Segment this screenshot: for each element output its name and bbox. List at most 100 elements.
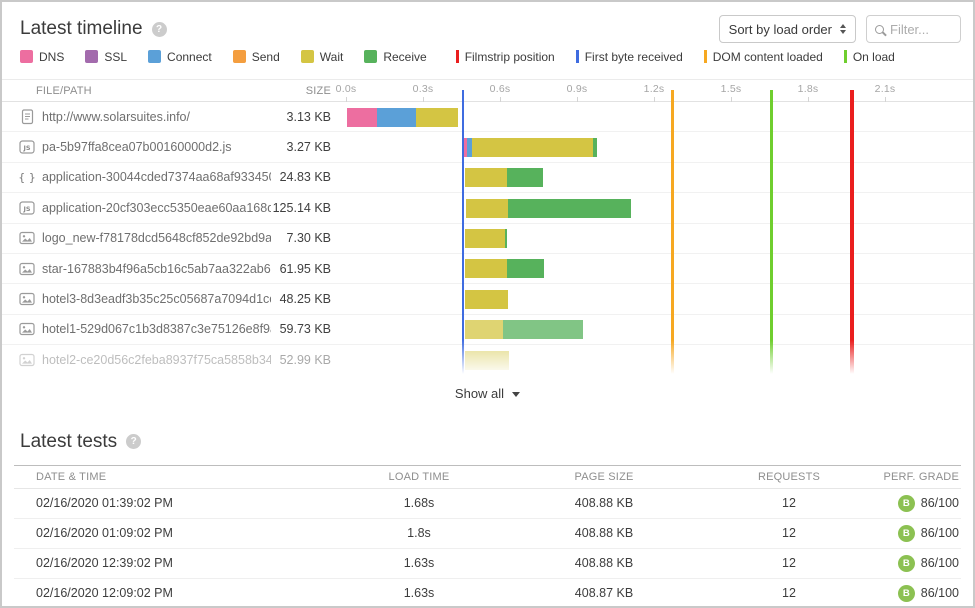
- sort-dropdown[interactable]: Sort by load order: [719, 15, 856, 43]
- legend-item: SSL: [85, 50, 127, 64]
- timeline-row[interactable]: { } application-30044cded7374aa68af93345…: [2, 163, 973, 193]
- file-name: hotel1-529d067c1b3d8387c3e75126e8f9a73e3…: [42, 322, 271, 336]
- file-name: pa-5b97ffa8cea07b00160000d2.js: [42, 140, 232, 154]
- filter-input[interactable]: [890, 22, 952, 37]
- legend-swatch: [148, 50, 161, 63]
- waterfall-bar: [340, 193, 973, 222]
- timeline-row[interactable]: hotel3-8d3eadf3b35c25c05687a7094d1ccd0c8…: [2, 284, 973, 314]
- help-icon[interactable]: ?: [152, 22, 167, 37]
- file-path-cell: star-167883b4f96a5cb16c5ab7aa322ab69af0f…: [2, 261, 271, 277]
- timeline-row[interactable]: JS application-20cf303ecc5350eae60aa168d…: [2, 193, 973, 223]
- test-row[interactable]: 02/16/2020 01:09:02 PM 1.8s 408.88 KB 12…: [14, 519, 961, 549]
- axis-tick-label: 1.5s: [709, 83, 753, 95]
- axis-tick-label: 0.0s: [324, 83, 368, 95]
- test-page-size: 408.88 KB: [504, 496, 704, 510]
- tests-table-header: DATE & TIMELOAD TIMEPAGE SIZEREQUESTSPER…: [14, 465, 961, 489]
- help-icon[interactable]: ?: [126, 434, 141, 449]
- grade-score: 86/100: [921, 556, 959, 570]
- segment-receive: [593, 138, 597, 157]
- file-path-cell: logo_new-f78178dcd5648cf852de92bd9ab7c68…: [2, 230, 271, 246]
- legend-swatch: [233, 50, 246, 63]
- show-all-button[interactable]: Show all: [2, 381, 973, 407]
- grade-score: 86/100: [921, 526, 959, 540]
- test-perf-grade: B 86/100: [874, 555, 961, 572]
- image-icon: [19, 261, 35, 277]
- waterfall-bar: [340, 284, 973, 313]
- js-icon: JS: [19, 139, 35, 155]
- tests-table: DATE & TIMELOAD TIMEPAGE SIZEREQUESTSPER…: [14, 465, 961, 608]
- filter-box[interactable]: [866, 15, 961, 43]
- legend-marker-item: On load: [844, 50, 895, 64]
- sort-arrows-icon: [840, 24, 846, 34]
- test-requests: 12: [704, 496, 874, 510]
- timeline-row[interactable]: star-167883b4f96a5cb16c5ab7aa322ab69af0f…: [2, 254, 973, 284]
- file-name: hotel3-8d3eadf3b35c25c05687a7094d1ccd0c8…: [42, 292, 271, 306]
- waterfall-bar: [340, 132, 973, 161]
- timeline-row[interactable]: logo_new-f78178dcd5648cf852de92bd9ab7c68…: [2, 224, 973, 254]
- segment-receive: [503, 320, 583, 339]
- axis-tick-label: 0.6s: [478, 83, 522, 95]
- test-row[interactable]: 02/16/2020 12:09:02 PM 1.63s 408.87 KB 1…: [14, 579, 961, 608]
- chevron-down-icon: [512, 392, 520, 397]
- test-perf-grade: B 86/100: [874, 495, 961, 512]
- segment-dns: [347, 108, 377, 127]
- file-path-cell: hotel3-8d3eadf3b35c25c05687a7094d1ccd0c8…: [2, 291, 271, 307]
- timeline-rows: http://www.solarsuites.info/ 3.13 KB JS …: [2, 102, 973, 376]
- test-datetime: 02/16/2020 12:09:02 PM: [14, 586, 334, 600]
- timeline-row[interactable]: http://www.solarsuites.info/ 3.13 KB: [2, 102, 973, 132]
- waterfall-bar: [340, 163, 973, 192]
- timeline-row[interactable]: JS pa-5b97ffa8cea07b00160000d2.js 3.27 K…: [2, 132, 973, 162]
- file-name: logo_new-f78178dcd5648cf852de92bd9ab7c68…: [42, 231, 271, 245]
- segment-receive: [507, 259, 544, 278]
- timeline-header: Latest timeline ? Sort by load order: [2, 2, 973, 42]
- file-name: star-167883b4f96a5cb16c5ab7aa322ab69af0f…: [42, 262, 271, 276]
- sort-dropdown-value: Sort by load order: [729, 22, 832, 37]
- tests-column-header: PAGE SIZE: [504, 471, 704, 483]
- test-row[interactable]: 02/16/2020 12:39:02 PM 1.63s 408.88 KB 1…: [14, 549, 961, 579]
- grade-score: 86/100: [921, 586, 959, 600]
- legend-marker-swatch: [844, 50, 847, 63]
- waterfall-bar: [340, 345, 973, 375]
- legend-item: Connect: [148, 50, 212, 64]
- test-requests: 12: [704, 556, 874, 570]
- timeline-axis: 0.0s0.3s0.6s0.9s1.2s1.5s1.8s2.1s: [340, 80, 973, 101]
- test-datetime: 02/16/2020 12:39:02 PM: [14, 556, 334, 570]
- segment-receive: [508, 199, 631, 218]
- timeline-row[interactable]: hotel2-ce20d56c2feba8937f75ca5858b3410c7…: [2, 345, 973, 375]
- test-row[interactable]: 02/16/2020 01:39:02 PM 1.68s 408.88 KB 1…: [14, 489, 961, 519]
- legend-label: Wait: [320, 50, 344, 64]
- waterfall-bar: [340, 102, 973, 131]
- legend-swatch: [301, 50, 314, 63]
- image-icon: [19, 230, 35, 246]
- legend-label: On load: [853, 50, 895, 64]
- test-requests: 12: [704, 526, 874, 540]
- tests-column-header: DATE & TIME: [14, 471, 334, 483]
- svg-text:JS: JS: [22, 205, 30, 213]
- legend-marker-item: First byte received: [576, 50, 683, 64]
- file-name: application-30044cded7374aa68af9334504e6…: [42, 170, 271, 184]
- grade-badge: B: [898, 525, 915, 542]
- show-all-label: Show all: [455, 386, 504, 401]
- axis-tick-label: 1.8s: [786, 83, 830, 95]
- axis-tick-label: 0.3s: [401, 83, 445, 95]
- file-path-cell: hotel1-529d067c1b3d8387c3e75126e8f9a73e3…: [2, 321, 271, 337]
- segment-wait: [465, 351, 509, 370]
- file-name: hotel2-ce20d56c2feba8937f75ca5858b3410c7…: [42, 353, 271, 367]
- legend-marker-swatch: [704, 50, 707, 63]
- test-load-time: 1.63s: [334, 556, 504, 570]
- timeline-table: FILE/PATH SIZE 0.0s0.3s0.6s0.9s1.2s1.5s1…: [2, 79, 973, 407]
- test-page-size: 408.87 KB: [504, 586, 704, 600]
- legend-item: DNS: [20, 50, 64, 64]
- test-page-size: 408.88 KB: [504, 526, 704, 540]
- waterfall-bar: [340, 224, 973, 253]
- test-page-size: 408.88 KB: [504, 556, 704, 570]
- legend-swatch: [20, 50, 33, 63]
- legend-item: Wait: [301, 50, 344, 64]
- legend-item: Send: [233, 50, 280, 64]
- segment-connect: [377, 108, 416, 127]
- axis-tick-label: 1.2s: [632, 83, 676, 95]
- file-size: 59.73 KB: [271, 322, 331, 336]
- timeline-legend: DNSSSLConnectSendWaitReceiveFilmstrip po…: [2, 42, 973, 63]
- grade-badge: B: [898, 495, 915, 512]
- timeline-row[interactable]: hotel1-529d067c1b3d8387c3e75126e8f9a73e3…: [2, 315, 973, 345]
